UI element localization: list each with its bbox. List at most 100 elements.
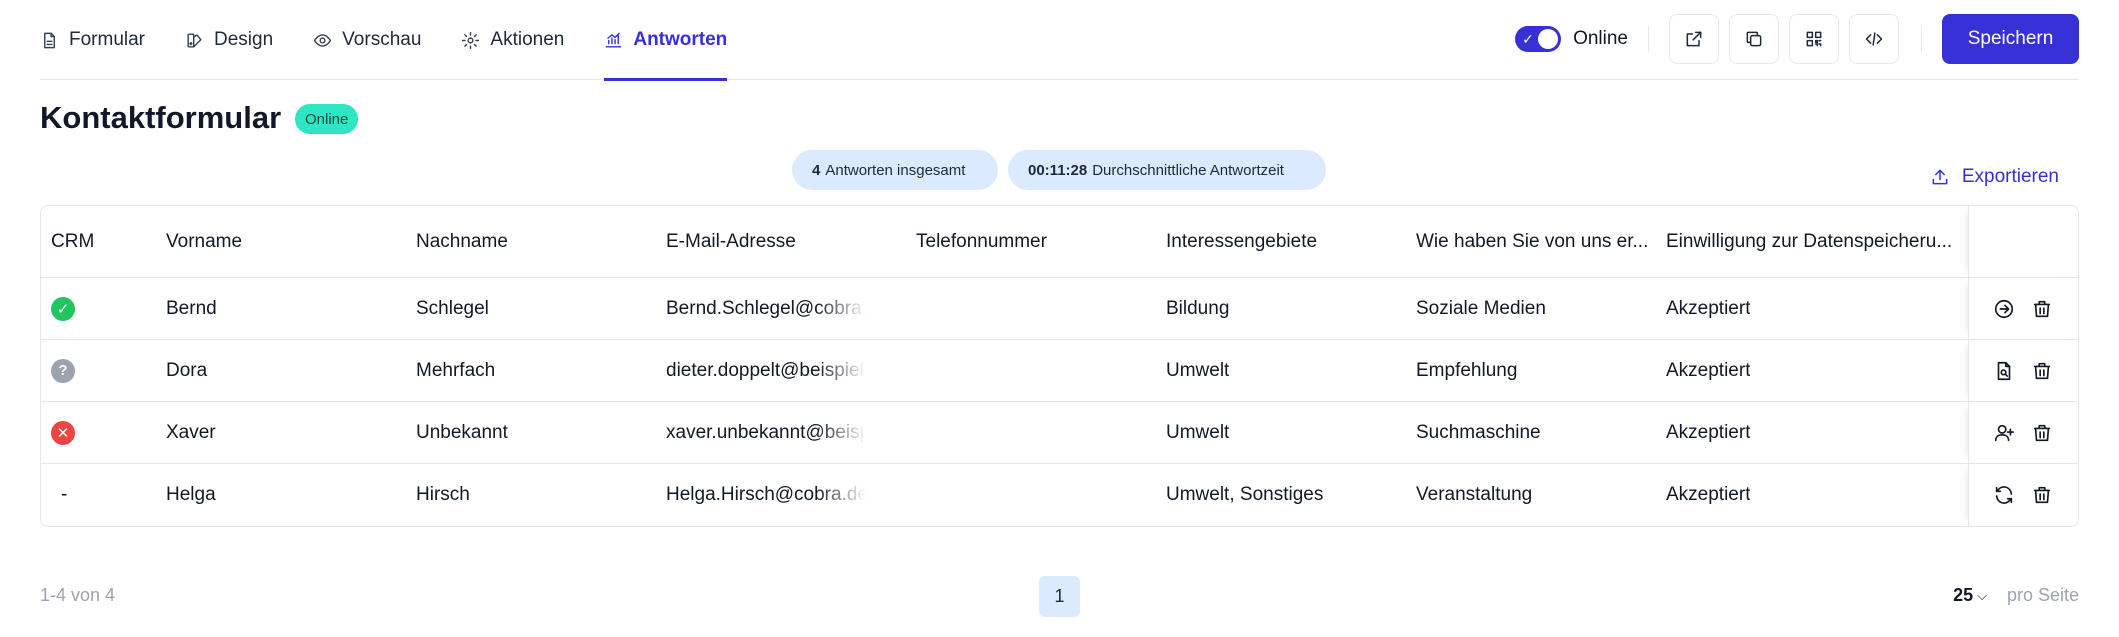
column-header-nachname[interactable]: Nachname: [416, 206, 508, 277]
column-header-vorname[interactable]: Vorname: [166, 206, 242, 277]
trash-icon[interactable]: [2031, 484, 2053, 506]
gear-icon: [462, 31, 480, 49]
tab-design[interactable]: Design: [185, 0, 273, 80]
export-label: Exportieren: [1961, 166, 2059, 187]
arrow-right-circle-icon[interactable]: [1993, 298, 2015, 320]
row-actions: [1968, 402, 2078, 463]
email-cell: xaver.unbekannt@beispiel.de: [666, 421, 866, 443]
tab-formular[interactable]: Formular: [40, 0, 145, 80]
page-button[interactable]: 1: [1039, 576, 1080, 617]
top-navigation: Formular Design Vorschau Aktionen Antwor…: [40, 0, 2079, 81]
qr-code-icon: [1806, 31, 1822, 47]
per-page-label: pro Seite: [2006, 585, 2079, 605]
table-header-row: CRM Vorname Nachname E-Mail-Adresse Tele…: [41, 206, 2078, 278]
copy-button[interactable]: [1729, 14, 1779, 64]
page-title: Kontaktformular: [40, 100, 282, 135]
online-label: Online: [1573, 28, 1628, 49]
qr-code-button[interactable]: [1789, 14, 1839, 64]
tab-antworten[interactable]: Antworten: [604, 0, 728, 81]
trash-icon[interactable]: [2031, 422, 2053, 444]
vorname-cell: Helga: [166, 484, 216, 505]
column-header-interessen[interactable]: Interessengebiete: [1166, 206, 1317, 277]
vorname-cell: Xaver: [166, 421, 216, 443]
external-link-icon: [1686, 31, 1702, 47]
tab-aktionen[interactable]: Aktionen: [461, 0, 564, 80]
x-circle-icon: ✕: [51, 420, 75, 445]
tab-label: Formular: [69, 29, 146, 50]
column-header-quelle[interactable]: Wie haben Sie von uns er...: [1416, 206, 1648, 277]
embed-code-button[interactable]: [1849, 14, 1899, 64]
save-button[interactable]: Speichern: [1942, 14, 2079, 64]
online-toggle[interactable]: ✓: [1515, 26, 1562, 52]
refresh-icon[interactable]: [1993, 484, 2015, 506]
row-actions: [1968, 278, 2078, 339]
avg-response-time-stat: 00:11:28 Durchschnittliche Antwortzeit: [1008, 150, 1326, 190]
per-page-value[interactable]: 25: [1953, 585, 1973, 606]
email-cell: dieter.doppelt@beispiel.de: [666, 359, 866, 381]
column-header-crm[interactable]: CRM: [51, 206, 94, 277]
copy-icon: [1746, 31, 1762, 47]
einwilligung-cell: Akzeptiert: [1666, 297, 1751, 319]
tab-label: Aktionen: [490, 29, 565, 50]
total-responses-stat: 4 Antworten insgesamt: [792, 150, 998, 190]
interessen-cell: Umwelt, Sonstiges: [1166, 484, 1324, 505]
chart-icon: [606, 32, 622, 48]
vorname-cell: Dora: [166, 359, 208, 381]
user-plus-icon[interactable]: [1993, 422, 2015, 444]
einwilligung-cell: Akzeptiert: [1666, 421, 1751, 443]
quelle-cell: Empfehlung: [1416, 359, 1518, 381]
crm-status-cell: ✕: [51, 402, 75, 463]
quelle-cell: Soziale Medien: [1416, 297, 1546, 319]
question-circle-icon: ?: [51, 358, 75, 383]
pagination-range: 1-4 von 4: [40, 585, 116, 605]
palette-icon: [187, 32, 202, 48]
quelle-cell: Veranstaltung: [1416, 484, 1533, 505]
tab-label: Antworten: [633, 29, 728, 50]
column-header-einwilligung[interactable]: Einwilligung zur Datenspeicheru...: [1666, 206, 1952, 277]
row-actions-column: [1968, 278, 2078, 339]
column-header-telefon[interactable]: Telefonnummer: [916, 206, 1047, 277]
check-circle-icon: ✓: [51, 296, 75, 321]
vorname-cell: Bernd: [166, 297, 217, 319]
column-header-email[interactable]: E-Mail-Adresse: [666, 206, 796, 277]
code-icon: [1865, 32, 1883, 46]
interessen-cell: Umwelt: [1166, 359, 1230, 381]
email-cell: Bernd.Schlegel@cobra.de: [666, 297, 866, 319]
trash-icon[interactable]: [2031, 298, 2053, 320]
divider: [1648, 26, 1649, 52]
table-row[interactable]: ✓ Bernd Schlegel Bernd.Schlegel@cobra.de…: [41, 278, 2078, 340]
einwilligung-cell: Akzeptiert: [1666, 359, 1751, 381]
tab-label: Vorschau: [342, 29, 422, 50]
responses-table: CRM Vorname Nachname E-Mail-Adresse Tele…: [40, 205, 2079, 527]
crm-status-cell: -: [61, 484, 68, 505]
chevron-down-icon[interactable]: ⌵: [1977, 588, 1987, 604]
file-search-icon[interactable]: [1993, 360, 2015, 382]
document-icon: [44, 32, 55, 48]
toggle-knob: [1538, 29, 1559, 49]
nachname-cell: Hirsch: [416, 484, 470, 505]
table-row[interactable]: - Helga Hirsch Helga.Hirsch@cobra.de Umw…: [41, 464, 2078, 526]
email-cell: Helga.Hirsch@cobra.de: [666, 484, 866, 505]
row-actions: [1968, 340, 2078, 401]
nachname-cell: Schlegel: [416, 297, 489, 319]
nachname-cell: Mehrfach: [416, 359, 496, 381]
per-page-select[interactable]: 25 ⌵ pro Seite: [1953, 585, 2079, 606]
open-external-button[interactable]: [1669, 14, 1719, 64]
row-actions-column: [1968, 340, 2078, 401]
table-row[interactable]: ? Dora Mehrfach dieter.doppelt@beispiel.…: [41, 340, 2078, 402]
stat-value: 4: [812, 161, 821, 179]
stat-value: 00:11:28: [1028, 161, 1088, 179]
table-row[interactable]: ✕ Xaver Unbekannt xaver.unbekannt@beispi…: [41, 402, 2078, 464]
einwilligung-cell: Akzeptiert: [1666, 484, 1751, 505]
trash-icon[interactable]: [2031, 360, 2053, 382]
actions-column-header: [1968, 206, 2078, 277]
tab-vorschau[interactable]: Vorschau: [313, 0, 421, 80]
row-actions: [1968, 464, 2078, 526]
stat-label: Durchschnittliche Antwortzeit: [1092, 161, 1284, 179]
interessen-cell: Umwelt: [1166, 421, 1230, 443]
tab-label: Design: [214, 29, 274, 50]
export-button[interactable]: Exportieren: [1930, 166, 2059, 188]
row-actions-column: [1968, 402, 2078, 463]
crm-status-cell: ?: [51, 340, 75, 401]
status-badge: Online: [295, 104, 359, 134]
